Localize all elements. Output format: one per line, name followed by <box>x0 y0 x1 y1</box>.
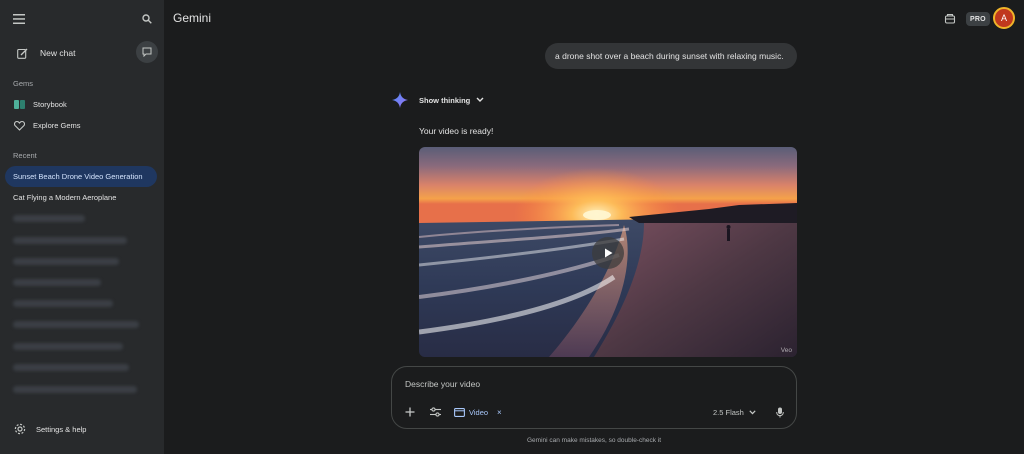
video-icon <box>454 407 465 417</box>
prompt-composer[interactable]: Describe your video Video × 2.5 Flash <box>391 366 797 429</box>
disclaimer-text: Gemini can make mistakes, so double-chec… <box>526 437 662 444</box>
recent-heading: Recent <box>13 151 37 160</box>
gem-label: Storybook <box>33 99 67 109</box>
avatar[interactable]: A <box>993 7 1015 29</box>
microphone-icon[interactable] <box>773 405 787 419</box>
video-player[interactable]: Veo <box>419 147 797 357</box>
recent-item-blurred[interactable] <box>13 279 101 286</box>
show-thinking-toggle[interactable]: Show thinking <box>419 95 486 105</box>
gems-heading: Gems <box>13 79 34 88</box>
gem-label: Explore Gems <box>33 120 81 130</box>
storybook-icon <box>13 98 25 110</box>
recent-item-blurred[interactable] <box>13 343 123 350</box>
play-icon <box>605 248 613 258</box>
video-mode-chip[interactable]: Video × <box>454 405 502 419</box>
new-chat-bubble-icon[interactable] <box>136 41 158 63</box>
settings-label: Settings & help <box>36 424 87 434</box>
gem-item-explore[interactable]: Explore Gems <box>8 115 158 135</box>
model-label: 2.5 Flash <box>713 407 744 417</box>
recent-item-active[interactable]: Sunset Beach Drone Video Generation <box>5 166 157 187</box>
recent-item-blurred[interactable] <box>13 215 85 222</box>
recent-item-blurred[interactable] <box>13 258 119 265</box>
chevron-down-icon <box>749 409 756 414</box>
sidebar: New chat Gems Storybook Explore Gems Rec… <box>0 0 164 454</box>
chip-close-icon[interactable]: × <box>497 408 502 417</box>
edit-icon <box>12 43 32 63</box>
response-text: Your video is ready! <box>419 126 494 136</box>
video-watermark: Veo <box>780 347 792 354</box>
recent-item-blurred[interactable] <box>13 364 129 371</box>
gem-item-storybook[interactable]: Storybook <box>8 94 158 114</box>
recent-item-blurred[interactable] <box>13 386 137 393</box>
prompt-input-placeholder[interactable]: Describe your video <box>405 379 480 389</box>
gear-icon <box>13 422 27 436</box>
app-title: Gemini <box>173 11 212 25</box>
play-button[interactable] <box>592 237 624 269</box>
pro-badge: PRO <box>966 12 990 26</box>
explore-gems-icon <box>13 119 25 131</box>
recent-item-blurred[interactable] <box>13 321 139 328</box>
recent-item-blurred[interactable] <box>13 237 127 244</box>
incognito-icon[interactable] <box>942 11 958 27</box>
model-selector[interactable]: 2.5 Flash <box>713 405 756 419</box>
tools-icon[interactable] <box>428 405 442 419</box>
user-prompt-bubble: a drone shot over a beach during sunset … <box>545 43 797 69</box>
recent-item[interactable]: Cat Flying a Modern Aeroplane <box>5 187 157 208</box>
search-icon[interactable] <box>136 8 158 30</box>
chevron-down-icon <box>476 95 486 105</box>
show-thinking-label: Show thinking <box>419 95 471 105</box>
add-attachment-icon[interactable] <box>403 405 417 419</box>
recent-item-blurred[interactable] <box>13 300 113 307</box>
new-chat-label: New chat <box>40 48 76 58</box>
video-chip-label: Video <box>469 407 489 417</box>
settings-help-button[interactable]: Settings & help <box>8 419 158 439</box>
menu-icon[interactable] <box>8 8 30 30</box>
gemini-spark-icon <box>392 92 408 108</box>
